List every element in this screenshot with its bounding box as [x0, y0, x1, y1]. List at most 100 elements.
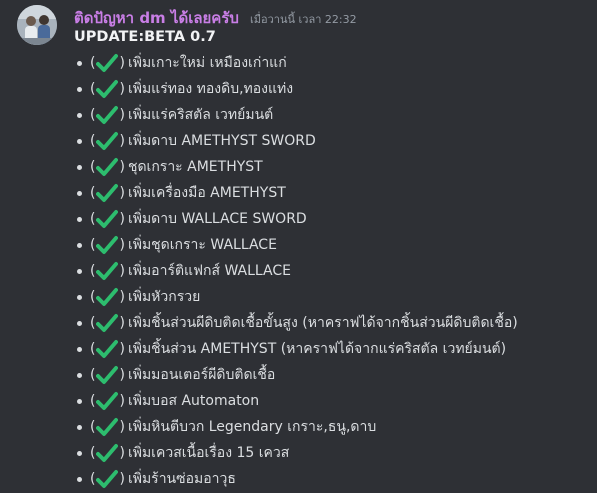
open-paren: (	[90, 341, 96, 357]
check-mark-icon	[96, 106, 119, 124]
username[interactable]: ติดปัญหา dm ได้เลยครับ	[74, 9, 239, 27]
changelog-item: () เพิ่มอาร์ติแฟกส์ WALLACE	[74, 258, 518, 284]
open-paren: (	[90, 393, 96, 409]
message-timestamp: เมื่อวานนี้ เวลา 22:32	[250, 13, 357, 26]
open-paren: (	[90, 315, 96, 331]
open-paren: (	[90, 211, 96, 227]
bullet-point	[77, 164, 82, 170]
avatar-image	[17, 5, 57, 45]
changelog-item-text: เพิ่มเครื่องมือ AMETHYST	[127, 185, 286, 201]
close-paren: )	[119, 185, 125, 201]
bullet-point	[77, 190, 82, 196]
changelog-item: () เพิ่มเครื่องมือ AMETHYST	[74, 180, 518, 206]
close-paren: )	[119, 133, 125, 149]
changelog-item-text: เพิ่มชิ้นส่วน AMETHYST (หาคราฟได้จากแร่ค…	[127, 341, 507, 357]
close-paren: )	[119, 341, 125, 357]
close-paren: )	[119, 315, 125, 331]
close-paren: )	[119, 289, 125, 305]
open-paren: (	[90, 55, 96, 71]
changelog-item: () เพิ่มดาบ AMETHYST SWORD	[74, 128, 518, 154]
open-paren: (	[90, 237, 96, 253]
changelog-item-text: ชุดเกราะ AMETHYST	[127, 159, 263, 175]
changelog-item: () เพิ่มแร่คริสตัล เวทย์มนต์	[74, 102, 518, 128]
open-paren: (	[90, 185, 96, 201]
changelog-item: () เพิ่มมอนเตอร์ผีดิบติดเชื้อ	[74, 362, 518, 388]
bullet-point	[77, 138, 82, 144]
check-mark-icon	[96, 340, 119, 358]
changelog-item: () เพิ่มหัวกรวย	[74, 284, 518, 310]
close-paren: )	[119, 367, 125, 383]
close-paren: )	[119, 81, 125, 97]
close-paren: )	[119, 55, 125, 71]
check-mark-icon	[96, 444, 119, 462]
changelog-item-text: เพิ่มหัวกรวย	[127, 289, 201, 305]
check-mark-icon	[96, 418, 119, 436]
open-paren: (	[90, 471, 96, 487]
changelog-item: () เพิ่มเกาะใหม่ เหมืองเก่าแก่	[74, 50, 518, 76]
bullet-point	[77, 450, 82, 456]
check-mark-icon	[96, 54, 119, 72]
check-mark-icon	[96, 158, 119, 176]
close-paren: )	[119, 159, 125, 175]
chat-message: ติดปัญหา dm ได้เลยครับ เมื่อวานนี้ เวลา …	[0, 0, 597, 493]
changelog-item-text: เพิ่มแร่คริสตัล เวทย์มนต์	[127, 107, 274, 123]
changelog-item: () เพิ่มแร่ทอง ทองดิบ,ทองแท่ง	[74, 76, 518, 102]
bullet-point	[77, 372, 82, 378]
changelog-item-text: เพิ่มบอส Automaton	[127, 393, 260, 409]
changelog-item: () เพิ่มชุดเกราะ WALLACE	[74, 232, 518, 258]
bullet-point	[77, 60, 82, 66]
changelog-item-text: เพิ่มหินตีบวก Legendary เกราะ,ธนู,ดาบ	[127, 419, 377, 435]
open-paren: (	[90, 367, 96, 383]
changelog-item: () ชุดเกราะ AMETHYST	[74, 154, 518, 180]
close-paren: )	[119, 471, 125, 487]
check-mark-icon	[96, 210, 119, 228]
changelog-item: () เพิ่มร้านซ่อมอาวุธ	[74, 466, 518, 492]
changelog-item-text: เพิ่มชิ้นส่วนผีดิบติดเชื้อขั้นสูง (หาครา…	[127, 315, 518, 331]
open-paren: (	[90, 445, 96, 461]
open-paren: (	[90, 419, 96, 435]
bullet-point	[77, 294, 82, 300]
bullet-point	[77, 346, 82, 352]
message-header: ติดปัญหา dm ได้เลยครับ เมื่อวานนี้ เวลา …	[74, 6, 357, 28]
bullet-point	[77, 268, 82, 274]
bullet-point	[77, 476, 82, 482]
changelog-item-text: เพิ่มชุดเกราะ WALLACE	[127, 237, 277, 253]
user-avatar[interactable]	[17, 5, 57, 45]
check-mark-icon	[96, 132, 119, 150]
close-paren: )	[119, 107, 125, 123]
open-paren: (	[90, 159, 96, 175]
bullet-point	[77, 112, 82, 118]
open-paren: (	[90, 289, 96, 305]
bullet-point	[77, 216, 82, 222]
check-mark-icon	[96, 80, 119, 98]
open-paren: (	[90, 263, 96, 279]
open-paren: (	[90, 133, 96, 149]
close-paren: )	[119, 393, 125, 409]
bullet-point	[77, 242, 82, 248]
check-mark-icon	[96, 262, 119, 280]
close-paren: )	[119, 419, 125, 435]
changelog-item-text: เพิ่มอาร์ติแฟกส์ WALLACE	[127, 263, 291, 279]
changelog-item: () เพิ่มชิ้นส่วนผีดิบติดเชื้อขั้นสูง (หาค…	[74, 310, 518, 336]
changelog-item-text: เพิ่มเกาะใหม่ เหมืองเก่าแก่	[127, 55, 287, 71]
changelog-item: () เพิ่มหินตีบวก Legendary เกราะ,ธนู,ดาบ	[74, 414, 518, 440]
changelog-item: () เพิ่มดาบ WALLACE SWORD	[74, 206, 518, 232]
check-mark-icon	[96, 184, 119, 202]
bullet-point	[77, 424, 82, 430]
update-title: UPDATE:BETA 0.7	[74, 29, 216, 45]
bullet-point	[77, 320, 82, 326]
changelog-item-text: เพิ่มแร่ทอง ทองดิบ,ทองแท่ง	[127, 81, 294, 97]
close-paren: )	[119, 263, 125, 279]
bullet-point	[77, 398, 82, 404]
close-paren: )	[119, 445, 125, 461]
changelog-item-text: เพิ่มเควสเนื้อเรื่อง 15 เควส	[127, 445, 290, 461]
changelog-item: () เพิ่มเควสเนื้อเรื่อง 15 เควส	[74, 440, 518, 466]
open-paren: (	[90, 107, 96, 123]
close-paren: )	[119, 211, 125, 227]
check-mark-icon	[96, 288, 119, 306]
check-mark-icon	[96, 236, 119, 254]
changelog-list: () เพิ่มเกาะใหม่ เหมืองเก่าแก่() เพิ่มแร่ท…	[74, 50, 518, 492]
check-mark-icon	[96, 470, 119, 488]
bullet-point	[77, 86, 82, 92]
open-paren: (	[90, 81, 96, 97]
